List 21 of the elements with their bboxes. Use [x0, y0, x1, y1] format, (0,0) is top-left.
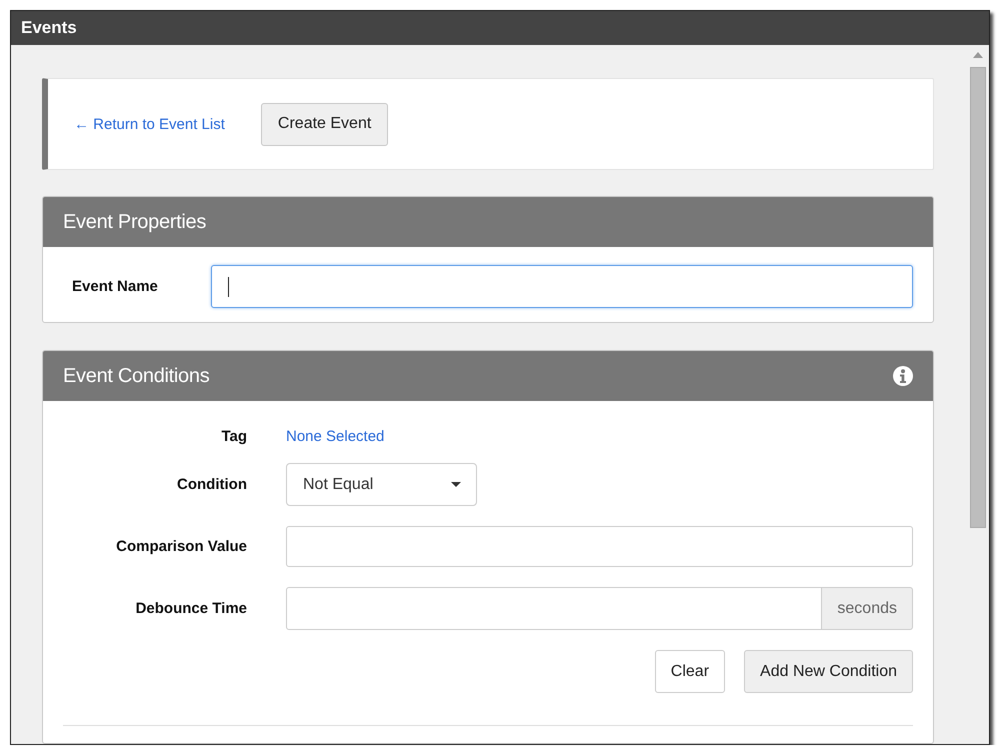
field-label: Event Name [72, 278, 159, 296]
panel-title: Event Properties [63, 210, 206, 234]
return-link[interactable]: ← Return to Event List [74, 116, 225, 133]
field-label: Comparison Value [115, 538, 247, 556]
caret-icon [451, 482, 461, 488]
field-label: Debounce Time [134, 600, 247, 618]
tag-link[interactable]: None Selected [286, 428, 384, 446]
create-event-button[interactable]: Create Event [260, 102, 388, 146]
window-title-bar: Events [11, 11, 989, 45]
add-condition-button[interactable]: Add New Condition [744, 650, 913, 694]
input-field[interactable] [286, 587, 822, 630]
field-label: Tag [220, 428, 247, 446]
input-field[interactable] [286, 526, 913, 568]
panel-title: Event Conditions [63, 364, 210, 388]
field-label: Condition [176, 476, 247, 494]
unit-addon: seconds [822, 587, 913, 630]
scroll-up-icon [973, 52, 983, 58]
condition-dropdown[interactable]: Not Equal [286, 463, 477, 506]
scrollbar-thumb[interactable] [970, 67, 986, 528]
clear-button[interactable]: Clear [654, 650, 726, 694]
input-field[interactable] [211, 265, 913, 308]
